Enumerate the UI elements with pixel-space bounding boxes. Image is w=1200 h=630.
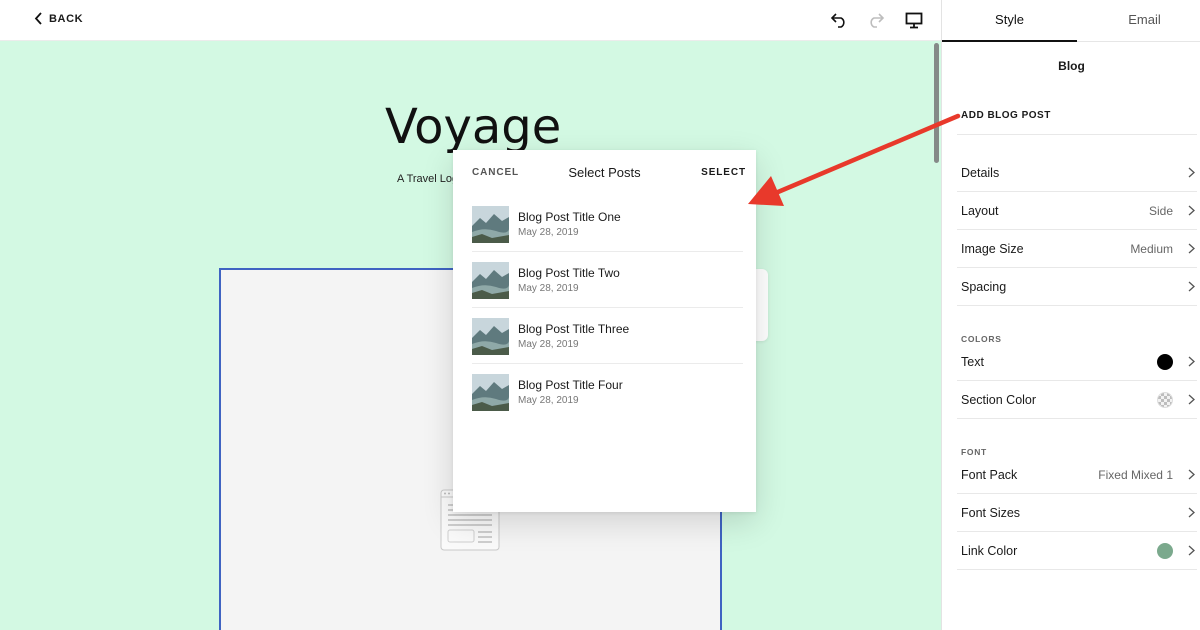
row-label: Spacing [961, 280, 1007, 294]
add-blog-post-button[interactable]: ADD BLOG POST [961, 110, 1051, 121]
spacing-row[interactable]: Spacing [957, 268, 1197, 306]
chevron-right-icon [1188, 281, 1195, 292]
row-value: Side [1148, 204, 1173, 218]
style-panel: Style Email Blog ADD BLOG POST Details L… [941, 0, 1200, 630]
divider [957, 134, 1197, 135]
desktop-preview-icon [905, 12, 923, 28]
row-label: Font Pack [961, 468, 1018, 482]
site-subtitle: A Travel Log [397, 173, 457, 185]
text-color-row[interactable]: Text [957, 343, 1197, 381]
undo-button[interactable] [829, 10, 849, 30]
row-label: Details [961, 166, 1000, 180]
layout-row[interactable]: Layout Side [957, 192, 1197, 230]
font-sizes-row[interactable]: Font Sizes [957, 494, 1197, 532]
post-title: Blog Post Title One [518, 210, 621, 224]
post-item[interactable]: Blog Post Title Two May 28, 2019 [472, 252, 743, 308]
chevron-right-icon [1188, 167, 1195, 178]
chevron-right-icon [1188, 394, 1195, 405]
post-title: Blog Post Title Four [518, 378, 623, 392]
row-label: Section Color [961, 393, 1037, 407]
row-label: Text [961, 355, 984, 369]
post-item[interactable]: Blog Post Title Four May 28, 2019 [472, 364, 743, 420]
post-title: Blog Post Title Two [518, 266, 620, 280]
color-swatch [1157, 543, 1173, 559]
section-color-row[interactable]: Section Color [957, 381, 1197, 419]
desktop-preview-button[interactable] [904, 10, 924, 30]
post-date: May 28, 2019 [518, 395, 579, 406]
chevron-right-icon [1188, 356, 1195, 367]
modal-header: CANCEL Select Posts SELECT [453, 150, 756, 196]
post-thumbnail [472, 318, 509, 355]
select-posts-modal: CANCEL Select Posts SELECT Blog Post Tit… [453, 150, 756, 512]
canvas-scrollbar[interactable] [934, 43, 939, 163]
link-color-row[interactable]: Link Color [957, 532, 1197, 570]
post-item[interactable]: Blog Post Title One May 28, 2019 [472, 196, 743, 252]
row-label: Link Color [961, 544, 1018, 558]
row-label: Layout [961, 204, 999, 218]
post-thumbnail [472, 374, 509, 411]
back-button[interactable]: BACK [34, 12, 83, 25]
row-label: Font Sizes [961, 506, 1021, 520]
editor-toolbar: BACK [0, 0, 941, 41]
post-thumbnail [472, 206, 509, 243]
post-date: May 28, 2019 [518, 283, 579, 294]
site-title: Voyage [385, 99, 562, 155]
post-item[interactable]: Blog Post Title Three May 28, 2019 [472, 308, 743, 364]
post-date: May 28, 2019 [518, 339, 579, 350]
tab-email[interactable]: Email [1077, 0, 1200, 42]
panel-title: Blog [1058, 59, 1085, 73]
color-swatch [1157, 354, 1173, 370]
chevron-left-icon [34, 12, 42, 25]
tab-style[interactable]: Style [942, 0, 1077, 42]
post-title: Blog Post Title Three [518, 322, 630, 336]
details-row[interactable]: Details [957, 154, 1197, 192]
image-size-row[interactable]: Image Size Medium [957, 230, 1197, 268]
chevron-right-icon [1188, 507, 1195, 518]
chevron-right-icon [1188, 205, 1195, 216]
chevron-right-icon [1188, 469, 1195, 480]
post-date: May 28, 2019 [518, 227, 579, 238]
panel-tabs: Style Email [942, 0, 1200, 42]
row-value: Medium [1130, 242, 1173, 256]
post-thumbnail [472, 262, 509, 299]
post-list: Blog Post Title One May 28, 2019 Blog Po… [472, 196, 743, 420]
row-value: Fixed Mixed 1 [1098, 468, 1173, 482]
redo-button[interactable] [866, 10, 886, 30]
font-pack-row[interactable]: Font Pack Fixed Mixed 1 [957, 456, 1197, 494]
undo-icon [830, 13, 845, 28]
row-label: Image Size [961, 242, 1024, 256]
chevron-right-icon [1188, 545, 1195, 556]
chevron-right-icon [1188, 243, 1195, 254]
back-label: BACK [49, 12, 84, 25]
redo-icon [870, 13, 885, 28]
select-button[interactable]: SELECT [701, 167, 746, 178]
transparent-swatch [1157, 392, 1173, 408]
